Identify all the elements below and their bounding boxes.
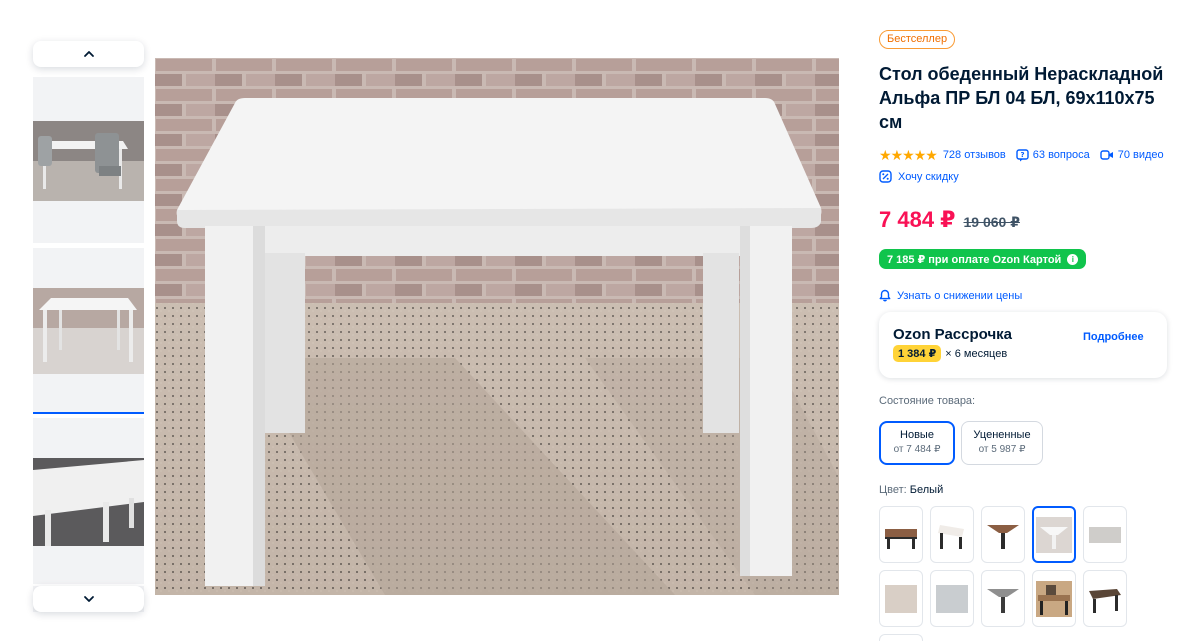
swatch-image (1036, 580, 1072, 617)
installment-term: × 6 месяцев (945, 347, 1008, 360)
color-swatch-10[interactable] (1083, 570, 1127, 627)
product-photo (155, 58, 839, 595)
color-label: Цвет: Белый (879, 484, 1179, 496)
want-discount-label: Хочу скидку (898, 170, 959, 183)
old-price: 19 060 ₽ (963, 214, 1020, 230)
current-price: 7 484 ₽ (879, 207, 956, 232)
video-icon (1100, 150, 1113, 160)
swatch-image (987, 588, 1019, 613)
condition-options: Новые от 7 484 ₽ Уцененные от 5 987 ₽ (879, 421, 1179, 465)
discount-icon (879, 170, 892, 183)
color-swatch-6[interactable] (879, 570, 923, 627)
rating-stars[interactable]: ★ ★ ★ ★ ★ (879, 147, 938, 163)
color-swatch-5[interactable] (1083, 506, 1127, 563)
gallery-scroll-up-button[interactable] (33, 41, 144, 67)
thumbnail-photo (33, 121, 144, 201)
color-swatches (879, 506, 1179, 627)
thumbnail-3[interactable] (33, 418, 144, 584)
star-icon: ★ (890, 147, 904, 163)
info-icon[interactable]: i (1067, 253, 1079, 265)
ozon-card-price-label: 7 185 ₽ при оплате Ozon Картой (887, 253, 1062, 266)
installment-card[interactable]: Ozon Рассрочка Подробнее 1 384 ₽ × 6 мес… (879, 312, 1167, 378)
color-swatch-9[interactable] (1032, 570, 1076, 627)
condition-price: от 7 484 ₽ (893, 444, 941, 455)
swatch-image (987, 524, 1019, 549)
reviews-count: 728 отзывов (942, 149, 1006, 161)
price-drop-notify-link[interactable]: Узнать о снижении цены (879, 289, 1179, 302)
color-swatch-4[interactable] (1032, 506, 1076, 563)
product-meta-row: ★ ★ ★ ★ ★ 728 отзывов ? 63 вопроса 70 ви… (879, 148, 1179, 162)
condition-name: Новые (900, 429, 934, 441)
color-swatch-2[interactable] (930, 506, 974, 563)
bestseller-badge: Бестселлер (879, 30, 956, 49)
chevron-down-icon (83, 596, 94, 602)
swatch-image (936, 584, 968, 613)
swatch-image (885, 584, 917, 613)
condition-name: Уцененные (973, 429, 1031, 441)
thumbnail-photo (33, 458, 144, 546)
star-icon: ★ (913, 147, 927, 163)
thumbnail-photo (33, 288, 144, 374)
chevron-up-icon (83, 51, 94, 57)
color-label-text: Цвет: (879, 484, 907, 496)
product-title: Стол обеденный Нераскладной Альфа ПР БЛ … (879, 64, 1164, 132)
swatch-image (1089, 588, 1121, 613)
color-swatch-1[interactable] (879, 506, 923, 563)
color-value: Белый (909, 484, 944, 496)
gallery-scroll-down-button[interactable] (33, 586, 144, 612)
installment-title: Ozon Рассрочка (893, 326, 1013, 343)
installment-payment-row: 1 384 ₽ × 6 месяцев (893, 345, 1007, 362)
bell-icon (879, 289, 891, 302)
questions-link[interactable]: ? 63 вопроса (1016, 148, 1090, 162)
swatch-image (1089, 526, 1121, 543)
swatch-image (938, 524, 964, 549)
videos-link[interactable]: 70 видео (1100, 149, 1164, 161)
main-product-image[interactable] (155, 58, 839, 595)
videos-count: 70 видео (1117, 149, 1164, 161)
want-discount-link[interactable]: Хочу скидку (879, 170, 1179, 183)
reviews-link[interactable]: 728 отзывов (943, 149, 1006, 161)
thumbnail-gallery (33, 41, 144, 612)
question-bubble-icon: ? (1016, 148, 1029, 161)
svg-text:?: ? (1020, 151, 1024, 159)
condition-label: Состояние товара: (879, 395, 976, 407)
price-drop-notify-label: Узнать о снижении цены (897, 289, 1023, 302)
swatch-image (1036, 516, 1072, 553)
color-swatch-3[interactable] (981, 506, 1025, 563)
color-swatch-8[interactable] (981, 570, 1025, 627)
color-swatch-7[interactable] (930, 570, 974, 627)
product-info-panel: Бестселлер Стол обеденный Нераскладной А… (879, 29, 1179, 641)
installment-more-link[interactable]: Подробнее (1083, 331, 1144, 343)
condition-price: от 5 987 ₽ (978, 444, 1026, 455)
thumbnail-1[interactable] (33, 77, 144, 243)
star-icon: ★ (879, 147, 892, 163)
star-icon: ★ (925, 147, 938, 163)
star-icon: ★ (902, 147, 915, 163)
condition-option-discounted[interactable]: Уцененные от 5 987 ₽ (961, 421, 1043, 465)
condition-option-new[interactable]: Новые от 7 484 ₽ (879, 421, 955, 465)
swatch-image (885, 528, 917, 549)
questions-count: 63 вопроса (1032, 149, 1090, 161)
ozon-card-price-badge[interactable]: 7 185 ₽ при оплате Ozon Картой i (879, 249, 1087, 269)
thumbnail-2[interactable] (33, 248, 144, 414)
color-swatch-11[interactable] (879, 634, 923, 641)
installment-amount: 1 384 ₽ (893, 345, 942, 362)
price-row: 7 484 ₽ 19 060 ₽ (879, 207, 1179, 233)
